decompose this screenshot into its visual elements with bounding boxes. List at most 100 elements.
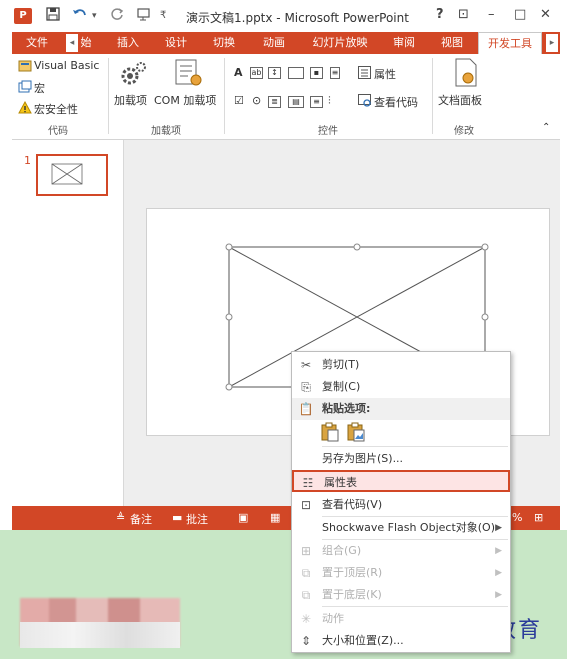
customize-toolbar-icon[interactable]: ₹	[160, 10, 166, 21]
close-button[interactable]: ✕	[540, 7, 551, 22]
tab-animations[interactable]: 动画	[256, 32, 292, 54]
visual-basic-button[interactable]: Visual Basic	[34, 59, 99, 72]
property-sheet-icon: ☷	[302, 476, 314, 490]
textbox-control-icon[interactable]: ab	[250, 67, 263, 79]
tab-scroll-left-icon[interactable]: ◂	[66, 34, 78, 52]
menu-item-save-as-picture[interactable]: 另存为图片(S)...	[292, 448, 510, 470]
group-label-addins: 加载项	[151, 126, 181, 137]
menu-item-label: 查看代码(V)	[322, 498, 383, 511]
menu-item-copy[interactable]: ⎘ 复制(C)	[292, 376, 510, 398]
label-control-icon[interactable]: A	[234, 66, 243, 79]
tab-design[interactable]: 设计	[158, 32, 194, 54]
submenu-arrow-icon: ▶	[495, 590, 502, 600]
save-icon[interactable]	[46, 7, 60, 25]
blurred-region	[20, 622, 180, 648]
group-divider	[432, 58, 433, 134]
group-divider	[108, 58, 109, 134]
button-control-icon[interactable]	[288, 67, 304, 79]
properties-button[interactable]: 属性	[374, 66, 396, 82]
send-back-icon: ⧉	[301, 588, 311, 602]
menu-item-property-sheet[interactable]: ☷ 属性表	[292, 470, 510, 492]
paste-icon: 📋	[298, 402, 314, 416]
menu-item-label: 粘贴选项:	[322, 402, 371, 415]
tab-home[interactable]: 始	[78, 32, 94, 54]
tab-view[interactable]: 视图	[434, 32, 470, 54]
slide-number: 1	[24, 154, 31, 167]
spin-control-icon[interactable]: ↕	[268, 67, 281, 79]
normal-view-icon[interactable]: ▣	[238, 511, 248, 524]
view-code-icon: ⊡	[300, 498, 312, 512]
redo-icon[interactable]	[110, 7, 124, 25]
checkbox-control-icon[interactable]: ☑	[234, 94, 244, 107]
com-addins-button[interactable]: COM 加载项	[154, 92, 216, 108]
bring-front-icon: ⧉	[301, 566, 311, 580]
macro-button[interactable]: 宏	[34, 80, 45, 96]
ribbon-display-options-button[interactable]: ⊡	[458, 7, 469, 22]
fit-slide-icon[interactable]: ⊞	[534, 511, 543, 524]
menu-item-label: 复制(C)	[322, 380, 361, 393]
tab-transitions[interactable]: 切换	[206, 32, 242, 54]
menu-item-label: 属性表	[324, 476, 357, 489]
menu-item-group: ⊞ 组合(G) ▶	[292, 540, 510, 562]
menu-item-label: 剪切(T)	[322, 358, 360, 371]
addins-gear-icon	[118, 60, 148, 91]
tab-scroll-right-icon[interactable]: ▸	[546, 34, 558, 52]
maximize-button[interactable]: □	[514, 7, 526, 22]
menu-item-shockwave-object[interactable]: Shockwave Flash Object对象(O) ▶	[292, 517, 510, 539]
macro-security-button[interactable]: 宏安全性	[34, 101, 78, 117]
menu-divider	[322, 446, 508, 447]
combobox-control-icon[interactable]: ▤	[288, 96, 304, 108]
scrollbar-control-icon[interactable]: ≡	[330, 67, 340, 79]
addins-button[interactable]: 加载项	[114, 92, 147, 108]
ribbon: Visual Basic 宏 宏安全性 代码 加载项 COM 加载项 加载项 A…	[12, 54, 560, 140]
com-addins-icon	[174, 58, 204, 91]
scissors-icon: ✂	[300, 358, 312, 372]
menu-item-size-and-position[interactable]: ⇕ 大小和位置(Z)...	[292, 630, 510, 652]
action-icon: ✳	[300, 612, 312, 626]
paste-option-picture[interactable]	[346, 422, 366, 445]
slide-sorter-view-icon[interactable]: ▦	[270, 511, 280, 524]
paste-option-keep-source[interactable]	[320, 422, 340, 445]
tab-insert[interactable]: 插入	[110, 32, 146, 54]
group-icon: ⊞	[300, 544, 312, 558]
copy-icon: ⎘	[301, 380, 311, 394]
menu-item-paste-options: 📋 粘贴选项:	[292, 398, 510, 420]
start-from-beginning-icon[interactable]	[136, 7, 152, 25]
zoom-level[interactable]: %	[512, 511, 522, 524]
undo-dropdown-icon[interactable]: ▾	[92, 11, 97, 21]
tab-developer[interactable]: 开发工具	[478, 32, 542, 54]
notes-button[interactable]: 备注	[130, 511, 152, 527]
collapse-ribbon-icon[interactable]: ⌃	[542, 122, 550, 133]
minimize-button[interactable]: –	[488, 7, 495, 22]
view-code-icon	[358, 94, 371, 110]
option-control-icon[interactable]: ⊙	[252, 94, 261, 107]
comments-button[interactable]: 批注	[186, 511, 208, 527]
submenu-arrow-icon: ▶	[495, 523, 502, 533]
document-panel-button[interactable]: 文档面板	[438, 92, 482, 108]
comments-icon: ▬	[172, 511, 183, 524]
slide-thumbnail[interactable]	[36, 154, 108, 196]
image-control-icon[interactable]: ▪	[310, 67, 323, 79]
group-label-code: 代码	[48, 126, 68, 137]
powerpoint-logo-icon: P	[14, 8, 32, 24]
properties-icon	[358, 66, 371, 82]
menu-item-label: 置于底层(K)	[322, 588, 382, 601]
menu-item-cut[interactable]: ✂ 剪切(T)	[292, 354, 510, 376]
help-button[interactable]: ?	[436, 7, 444, 22]
menu-item-view-code[interactable]: ⊡ 查看代码(V)	[292, 494, 510, 516]
tab-review[interactable]: 审阅	[386, 32, 422, 54]
visual-basic-icon	[18, 59, 32, 76]
group-divider	[224, 58, 225, 134]
slide-thumbnail-pane: 1	[12, 140, 124, 506]
listbox-control-icon[interactable]: ≣	[268, 96, 281, 108]
tab-slideshow[interactable]: 幻灯片放映	[308, 32, 372, 54]
undo-icon[interactable]	[72, 7, 88, 25]
view-code-button[interactable]: 查看代码	[374, 94, 418, 110]
toggle-control-icon[interactable]: ≡	[310, 96, 323, 108]
menu-item-label: 置于顶层(R)	[322, 566, 383, 579]
size-position-icon: ⇕	[300, 634, 312, 648]
tab-file[interactable]: 文件	[12, 32, 62, 54]
menu-item-action: ✳ 动作	[292, 608, 510, 630]
menu-item-label: 动作	[322, 612, 344, 625]
more-controls-icon[interactable]: ⫶	[328, 94, 331, 108]
